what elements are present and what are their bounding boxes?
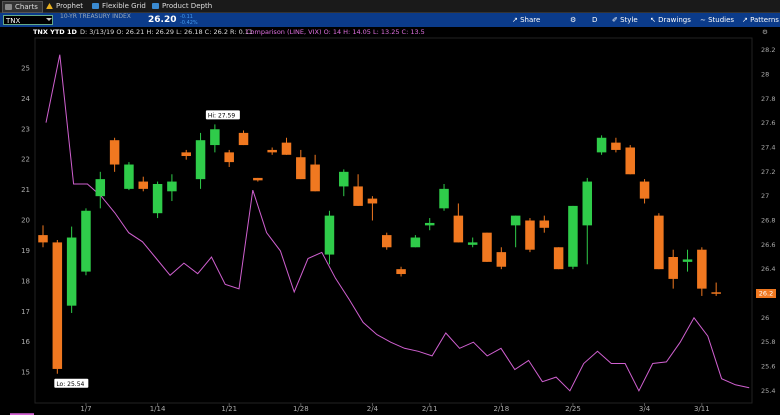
- right-axis-tick-label: 25.4: [761, 387, 775, 395]
- left-axis-tick-label: 24: [21, 95, 30, 103]
- right-axis-tick-label: 28: [761, 71, 769, 79]
- candle-body: [81, 210, 91, 272]
- left-axis-tick-label: 17: [21, 308, 30, 316]
- left-axis-tick-label: 22: [21, 156, 30, 164]
- x-axis-tick-label: 1/7: [80, 405, 91, 413]
- candle-body: [281, 142, 292, 155]
- candle-body: [711, 292, 721, 294]
- candle-body: [95, 179, 106, 197]
- high-annotation: Hi: 27.59: [208, 112, 235, 119]
- right-axis-tick-label: 27.6: [761, 119, 775, 127]
- x-axis-tick-label: 2/18: [493, 405, 509, 413]
- candle-body: [682, 259, 693, 262]
- left-axis-tick-label: 21: [21, 186, 30, 194]
- right-axis-tick-label: 27: [761, 192, 769, 200]
- right-axis-tick-label: 26.4: [761, 265, 775, 273]
- x-axis-tick-label: 2/11: [422, 405, 438, 413]
- left-axis-tick-label: 16: [21, 338, 30, 346]
- candle-body: [453, 215, 464, 243]
- candle-body: [310, 164, 320, 192]
- candle-body: [668, 257, 678, 279]
- candle-body: [296, 157, 306, 180]
- candle-body: [396, 269, 406, 275]
- x-axis-tick-label: 2/25: [565, 405, 581, 413]
- right-axis-tick-label: 27.4: [761, 144, 775, 152]
- candle-body: [639, 181, 650, 199]
- x-axis-tick-label: 1/28: [293, 405, 309, 413]
- candle-body: [582, 181, 593, 226]
- candle-body: [553, 247, 564, 270]
- right-axis-tick-label: 25.8: [761, 338, 775, 346]
- right-axis-tick-label: 27.2: [761, 168, 775, 176]
- left-axis-tick-label: 20: [21, 217, 30, 225]
- candle-body: [324, 215, 335, 255]
- candle-body: [439, 188, 449, 209]
- candle-body: [339, 171, 349, 187]
- right-axis-tick-label: 26.6: [761, 241, 775, 249]
- candle-body: [253, 177, 263, 181]
- x-axis-tick-label: 3/4: [639, 405, 651, 413]
- x-axis-tick-label: 1/21: [221, 405, 237, 413]
- candle-body: [353, 186, 363, 206]
- candle-body: [52, 242, 63, 369]
- candle-body: [167, 181, 177, 192]
- candle-body: [224, 152, 234, 163]
- candle-body: [38, 235, 48, 243]
- candle-body: [195, 140, 206, 180]
- candle-body: [568, 205, 578, 267]
- x-axis-tick-label: 2/4: [367, 405, 379, 413]
- candle-body: [152, 184, 163, 214]
- candle-body: [181, 152, 191, 157]
- candle-body: [654, 215, 664, 270]
- candle-body: [381, 235, 392, 248]
- candle-body: [467, 242, 478, 245]
- candle-body: [367, 198, 378, 204]
- left-axis-tick-label: 23: [21, 125, 30, 133]
- candle-body: [238, 132, 249, 146]
- candle-body: [210, 129, 220, 146]
- x-axis-tick-label: 1/14: [150, 405, 166, 413]
- low-annotation: Lo: 25.54: [56, 381, 84, 388]
- candle-body: [424, 222, 435, 226]
- candle-body: [496, 252, 507, 267]
- left-axis-tick-label: 15: [21, 369, 30, 377]
- right-axis-tick-label: 26: [761, 314, 769, 322]
- candle-body: [267, 149, 277, 153]
- plot-area: [34, 37, 753, 404]
- candle-body: [539, 220, 550, 228]
- candle-body: [482, 232, 492, 262]
- candle-body: [697, 249, 707, 289]
- tnx-last-value: 26.2: [759, 290, 773, 298]
- vix-comparison-line: [45, 54, 750, 392]
- right-axis-tick-label: 28.2: [761, 46, 775, 54]
- right-axis-tick-label: 25.6: [761, 363, 775, 371]
- price-chart[interactable]: 15 16 17 18 19 20 21 22 23 24 25 25.4 25.6 25.8 26 26.2…: [0, 0, 780, 415]
- left-axis-tick-label: 18: [21, 277, 30, 285]
- candle-body: [410, 237, 421, 248]
- left-axis-tick-label: 19: [21, 247, 30, 255]
- candle-body: [138, 181, 149, 189]
- candle-body: [510, 215, 521, 226]
- right-axis-tick-label: 26.8: [761, 217, 775, 225]
- right-axis-tick-label: 27.8: [761, 95, 775, 103]
- candle-body: [66, 237, 77, 306]
- candle-body: [525, 220, 535, 250]
- left-axis-tick-label: 25: [21, 64, 30, 72]
- candle-body: [124, 164, 134, 189]
- x-axis-tick-label: 3/11: [694, 405, 710, 413]
- candle-body: [596, 137, 607, 153]
- candle-body: [109, 140, 120, 165]
- candle-body: [611, 142, 621, 150]
- candle-body: [625, 147, 635, 175]
